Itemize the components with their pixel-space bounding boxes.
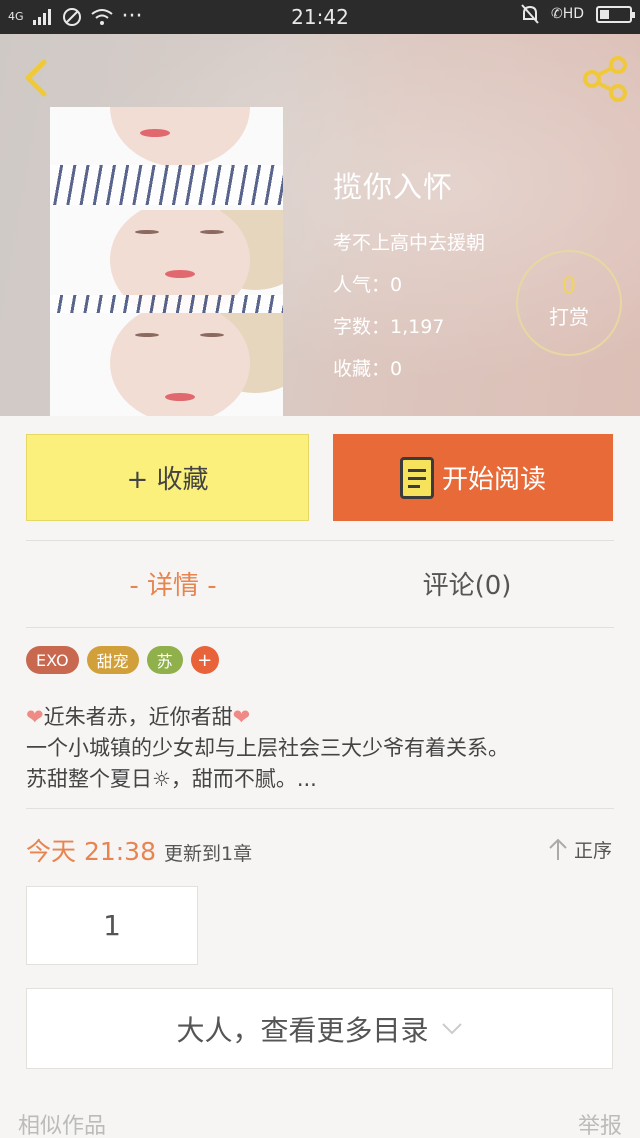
book-author[interactable]: 考不上高中去援朝 bbox=[333, 228, 485, 255]
description-line-1-text: 近朱者赤，近你者甜 bbox=[43, 705, 233, 729]
tag-sweet[interactable]: 甜宠 bbox=[86, 646, 139, 674]
description-line-3: 苏甜整个夏日☼，甜而不腻。... bbox=[26, 767, 317, 791]
tag-list: EXO 甜宠 苏 + bbox=[26, 646, 219, 674]
report-link[interactable]: 举报 bbox=[578, 1108, 622, 1138]
sort-order-button[interactable]: 正序 bbox=[548, 836, 612, 863]
back-arrow-icon[interactable] bbox=[14, 56, 58, 100]
sort-order-label: 正序 bbox=[573, 840, 612, 862]
tag-exo[interactable]: EXO bbox=[26, 646, 79, 674]
tip-count: 0 bbox=[562, 274, 576, 299]
divider bbox=[26, 808, 614, 809]
battery-icon bbox=[596, 5, 635, 23]
tip-label: 打赏 bbox=[549, 305, 589, 329]
more-catalog-button[interactable]: 大人，查看更多目录 bbox=[26, 988, 613, 1069]
add-tag-button[interactable]: + bbox=[190, 646, 219, 674]
book-popularity: 人气：0 bbox=[333, 274, 403, 296]
silent-bell-icon bbox=[521, 4, 539, 24]
book-description[interactable]: ❤近朱者赤，近你者甜❤ 一个小城镇的少女却与上层社会三大少爷有着关系。 苏甜整个… bbox=[26, 702, 616, 795]
tab-comments[interactable]: 评论(0) bbox=[320, 565, 614, 602]
cover-panel bbox=[50, 210, 283, 313]
collect-button-label: + 收藏 bbox=[126, 465, 209, 495]
arrow-up-icon bbox=[549, 838, 567, 860]
tab-detail[interactable]: - 详情 - bbox=[26, 565, 320, 602]
chapter-item[interactable]: 1 bbox=[26, 886, 198, 965]
book-icon bbox=[399, 456, 434, 499]
divider bbox=[26, 540, 614, 541]
book-info: 揽你入怀 考不上高中去援朝 人气：0 字数：1,197 收藏：0 bbox=[333, 164, 485, 396]
more-catalog-label: 大人，查看更多目录 bbox=[176, 1013, 429, 1047]
share-icon[interactable] bbox=[580, 54, 630, 104]
heart-icon: ❤ bbox=[26, 705, 44, 729]
heart-icon: ❤ bbox=[232, 705, 251, 729]
hd-call-icon: ✆HD bbox=[550, 6, 584, 22]
divider bbox=[26, 627, 614, 628]
description-line-1: ❤近朱者赤，近你者甜❤ bbox=[26, 702, 616, 733]
book-title: 揽你入怀 bbox=[333, 170, 454, 204]
hd-label: HD bbox=[562, 6, 584, 22]
tip-button[interactable]: 0 打赏 bbox=[516, 250, 622, 356]
status-right: ✆HD bbox=[521, 4, 635, 24]
book-favorites: 收藏：0 bbox=[333, 358, 403, 380]
cover-panel bbox=[50, 313, 283, 416]
chapter-number: 1 bbox=[103, 909, 121, 942]
book-header: 揽你入怀 考不上高中去援朝 人气：0 字数：1,197 收藏：0 0 打赏 bbox=[0, 34, 640, 416]
tag-su[interactable]: 苏 bbox=[146, 646, 183, 674]
update-info: 今天 21:38 更新到1章 bbox=[26, 832, 252, 868]
description-line-2: 一个小城镇的少女却与上层社会三大少爷有着关系。 bbox=[26, 736, 509, 760]
start-reading-button[interactable]: 开始阅读 bbox=[333, 434, 613, 521]
start-reading-label: 开始阅读 bbox=[441, 465, 546, 495]
update-text: 更新到1章 bbox=[164, 843, 253, 865]
collect-button[interactable]: + 收藏 bbox=[26, 434, 309, 521]
status-bar: 4G ··· 21:42 ✆HD bbox=[0, 0, 640, 34]
cover-panel bbox=[50, 107, 283, 210]
similar-works-heading: 相似作品 bbox=[18, 1114, 107, 1138]
chevron-down-icon bbox=[441, 1022, 462, 1034]
update-time: 今天 21:38 bbox=[26, 837, 156, 866]
book-cover[interactable] bbox=[50, 107, 283, 416]
book-word-count: 字数：1,197 bbox=[333, 316, 445, 338]
